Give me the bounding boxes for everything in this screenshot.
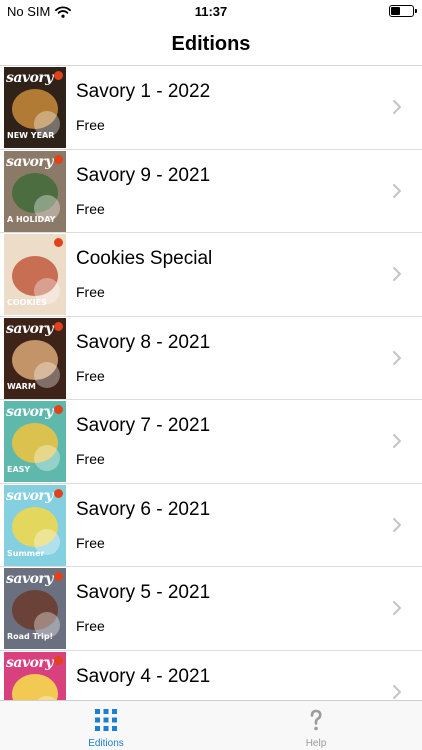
cover-badge bbox=[54, 71, 63, 80]
cover-thumbnail: savory Road Trip! bbox=[4, 568, 66, 649]
edition-price: Free bbox=[76, 534, 105, 551]
edition-price: Free bbox=[76, 451, 105, 467]
cover-image-shape bbox=[34, 361, 60, 388]
tab-help-label: Help bbox=[305, 738, 327, 749]
cover-headline: A HOLIDAY bbox=[7, 214, 56, 224]
battery-level bbox=[391, 7, 401, 15]
chevron-right-icon bbox=[393, 350, 401, 365]
battery-icon bbox=[389, 5, 417, 17]
tab-help[interactable]: Help bbox=[266, 701, 366, 750]
cover-headline: EASY bbox=[7, 465, 31, 474]
page-title: Editions bbox=[171, 33, 251, 55]
cover-badge bbox=[54, 655, 63, 665]
edition-price: Free bbox=[76, 200, 105, 217]
grid-icon bbox=[95, 709, 117, 731]
cover-headline: Road Trip! bbox=[7, 632, 54, 641]
edition-price: Free bbox=[76, 367, 105, 384]
cover-badge bbox=[54, 572, 63, 581]
cover-badge bbox=[54, 488, 63, 498]
navigation-bar: Editions bbox=[0, 22, 422, 66]
edition-title: Savory 5 - 2021 bbox=[76, 582, 211, 603]
edition-title: Savory 7 - 2021 bbox=[76, 415, 211, 436]
edition-row[interactable]: savory Summer Savory 6 - 2021 Free bbox=[0, 484, 422, 567]
chevron-right-icon bbox=[393, 434, 401, 448]
cover-headline: COOKIES bbox=[7, 298, 47, 307]
cover-brand-logo: savory bbox=[6, 654, 53, 671]
edition-price: Free bbox=[76, 618, 105, 634]
edition-row[interactable]: savory A HOLIDAY Savory 9 - 2021 Free bbox=[0, 150, 422, 233]
chevron-right-icon bbox=[393, 517, 401, 532]
cover-brand-logo: savory bbox=[6, 320, 53, 337]
cover-brand-logo: savory bbox=[6, 487, 53, 504]
cover-thumbnail: savory EASY bbox=[4, 401, 66, 482]
status-bar: No SIM 11:37 bbox=[0, 0, 422, 22]
edition-row[interactable]: savory TAKE IT Savory 4 - 2021 Free bbox=[0, 651, 422, 700]
cover-headline: WARM bbox=[7, 381, 36, 391]
battery-cap bbox=[415, 9, 417, 13]
tab-editions[interactable]: Editions bbox=[56, 701, 156, 750]
cover-badge bbox=[54, 154, 63, 164]
cover-brand-logo: savory bbox=[6, 70, 53, 86]
edition-title: Savory 8 - 2021 bbox=[76, 331, 211, 353]
chevron-right-icon bbox=[393, 267, 401, 281]
chevron-right-icon bbox=[393, 183, 401, 198]
edition-title: Savory 1 - 2022 bbox=[76, 81, 211, 102]
edition-row[interactable]: savory NEW YEAR Savory 1 - 2022 Free bbox=[0, 66, 422, 150]
editions-list[interactable]: savory NEW YEAR Savory 1 - 2022 Free sav… bbox=[0, 66, 422, 700]
cover-headline: Summer bbox=[7, 548, 45, 558]
tab-bar: Editions Help bbox=[0, 700, 422, 750]
edition-price: Free bbox=[76, 117, 105, 133]
edition-row[interactable]: savory WARM Savory 8 - 2021 Free bbox=[0, 317, 422, 400]
cover-thumbnail: savory Summer bbox=[4, 484, 66, 566]
question-mark-icon bbox=[310, 709, 322, 731]
edition-price: Free bbox=[76, 284, 105, 300]
chevron-right-icon bbox=[393, 100, 401, 114]
cover-headline: NEW YEAR bbox=[7, 131, 55, 140]
edition-title: Cookies Special bbox=[76, 248, 213, 269]
cover-thumbnail: savory TAKE IT bbox=[4, 651, 66, 700]
chevron-right-icon bbox=[393, 601, 401, 615]
edition-row[interactable]: savory EASY Savory 7 - 2021 Free bbox=[0, 400, 422, 484]
edition-row[interactable]: savory Road Trip! Savory 5 - 2021 Free bbox=[0, 567, 422, 651]
edition-row[interactable]: COOKIES Cookies Special Free bbox=[0, 233, 422, 317]
cover-brand-logo: savory bbox=[6, 571, 53, 587]
cover-badge bbox=[54, 238, 63, 247]
cover-brand-logo: savory bbox=[6, 404, 53, 420]
clock: 11:37 bbox=[194, 4, 228, 19]
edition-title: Savory 4 - 2021 bbox=[76, 665, 211, 687]
cover-image-shape bbox=[34, 445, 60, 471]
cover-thumbnail: savory WARM bbox=[4, 317, 66, 399]
cover-thumbnail: savory NEW YEAR bbox=[4, 67, 66, 148]
cover-badge bbox=[54, 321, 63, 331]
cover-thumbnail: COOKIES bbox=[4, 234, 66, 315]
edition-title: Savory 9 - 2021 bbox=[76, 164, 211, 186]
edition-title: Savory 6 - 2021 bbox=[76, 498, 211, 520]
chevron-right-icon bbox=[393, 684, 401, 699]
cover-brand-logo: savory bbox=[6, 153, 53, 170]
cover-badge bbox=[54, 405, 63, 414]
cover-thumbnail: savory A HOLIDAY bbox=[4, 150, 66, 232]
tab-editions-label: Editions bbox=[88, 738, 124, 749]
